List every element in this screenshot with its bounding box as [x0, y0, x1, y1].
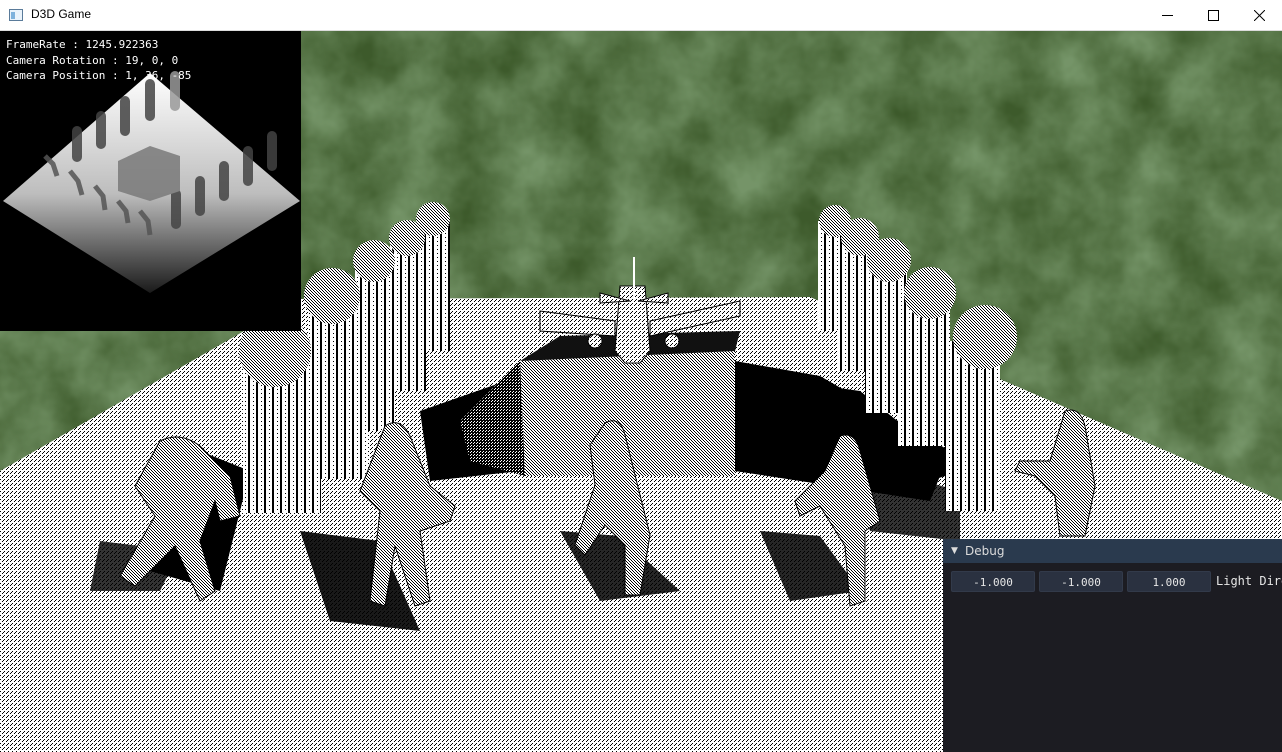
light-direction-y-input[interactable]: -1.000 [1039, 571, 1123, 592]
maximize-button[interactable] [1190, 0, 1236, 30]
maximize-icon [1208, 10, 1219, 21]
light-direction-z-input[interactable]: 1.000 [1127, 571, 1211, 592]
light-direction-x-input[interactable]: -1.000 [951, 571, 1035, 592]
light-direction-label: Light Dire [1216, 574, 1282, 588]
framerate-text: FrameRate : 1245.922363 [6, 38, 159, 51]
camera-position-text: Camera Position : 1, 36, -85 [6, 69, 192, 82]
camera-rotation-text: Camera Rotation : 19, 0, 0 [6, 53, 179, 67]
close-icon [1254, 10, 1265, 21]
app-window-icon [9, 9, 23, 21]
debug-panel-header[interactable]: ▼ Debug [943, 539, 1282, 563]
close-button[interactable] [1236, 0, 1282, 30]
game-viewport[interactable]: FrameRate : 1245.922363 Camera Rotation … [0, 31, 1282, 752]
debug-panel[interactable]: ▼ Debug -1.000 -1.000 1.000 Light Dire [943, 539, 1282, 752]
window-title: D3D Game [31, 7, 92, 21]
minimize-icon [1162, 15, 1173, 16]
minimize-button[interactable] [1144, 0, 1190, 30]
debug-hud: FrameRate : 1245.922363 Camera Rotation … [6, 37, 191, 84]
title-bar: D3D Game [0, 0, 1282, 31]
triangle-down-icon[interactable]: ▼ [951, 539, 958, 563]
debug-panel-title: Debug [965, 544, 1005, 558]
